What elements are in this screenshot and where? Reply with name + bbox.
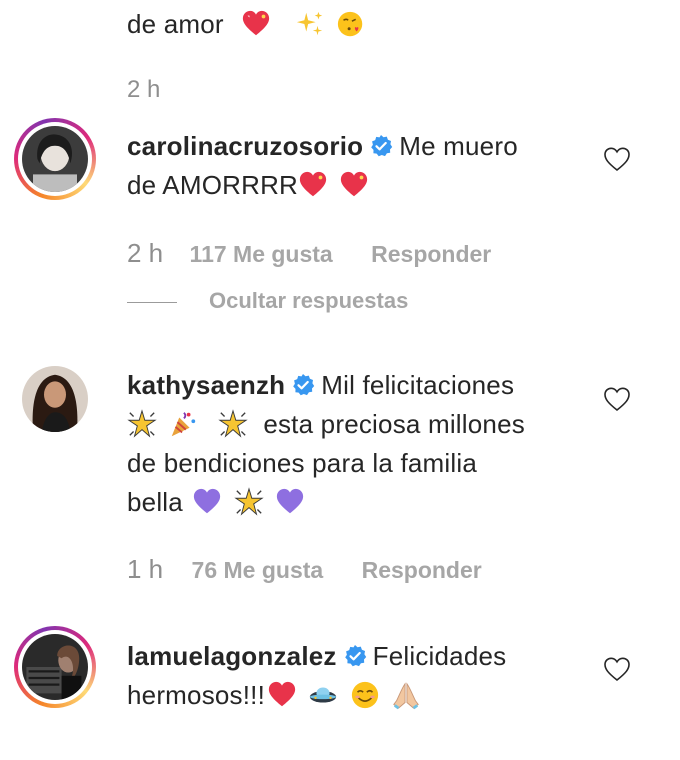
reply-button[interactable]: Responder: [371, 241, 491, 267]
hide-replies-button[interactable]: Ocultar respuestas: [127, 288, 408, 314]
smiling-face-icon: [350, 680, 380, 710]
sparkling-heart-icon: [298, 170, 328, 200]
comment-meta: 2 h 117 Me gusta Responder: [127, 238, 491, 269]
face-blowing-kiss-icon: [336, 9, 366, 39]
verified-badge-icon: [291, 369, 315, 396]
comment-body-line4: bella: [127, 487, 183, 517]
username[interactable]: carolinacruzosorio: [127, 131, 363, 161]
sparkling-heart-icon: [339, 170, 369, 200]
likes-count[interactable]: 117 Me gusta: [190, 241, 333, 267]
likes-count[interactable]: 76 Me gusta: [192, 557, 324, 583]
previous-comment-text: de amor: [127, 9, 224, 39]
verified-badge-icon: [369, 130, 393, 157]
comment-body-line2: de AMORRRR: [127, 170, 299, 200]
comment-body-line2: esta preciosa millones: [263, 409, 525, 439]
reply-button[interactable]: Responder: [362, 557, 482, 583]
red-heart-icon: [267, 680, 297, 710]
comment-body-line1: Mil felicitaciones: [321, 370, 515, 400]
comment-text: carolinacruzosorio Me muero de AMORRRR: [127, 127, 567, 205]
sparkles-icon: [295, 9, 325, 39]
folded-hands-icon: [391, 680, 421, 710]
divider-line: [127, 301, 177, 303]
glowing-star-icon: [127, 409, 157, 439]
previous-comment-tail: de amor: [127, 4, 368, 44]
comment-text: kathysaenzh Mil felicitaciones esta preci…: [127, 366, 567, 522]
glowing-star-icon: [234, 487, 264, 517]
glowing-star-icon: [218, 409, 248, 439]
like-heart-icon[interactable]: [603, 386, 631, 412]
comment-body-line1: Me muero: [399, 131, 518, 161]
comment-body-line3: de bendiciones para la familia: [127, 448, 477, 478]
comment-body-line1: Felicidades: [372, 641, 507, 671]
verified-badge-icon: [343, 640, 367, 667]
hide-replies-label: Ocultar respuestas: [209, 288, 409, 313]
username[interactable]: kathysaenzh: [127, 370, 285, 400]
comment-time: 1 h: [127, 554, 164, 584]
purple-heart-icon: [275, 487, 305, 517]
previous-comment-time: 2 h: [127, 76, 161, 103]
comment-time: 2 h: [127, 238, 164, 268]
party-popper-icon: [168, 409, 198, 439]
avatar[interactable]: [22, 366, 88, 432]
username[interactable]: lamuelagonzalez: [127, 641, 337, 671]
comment-body-line2: hermosos!!!: [127, 680, 266, 710]
purple-heart-icon: [192, 487, 222, 517]
comment-meta: 1 h 76 Me gusta Responder: [127, 554, 482, 585]
avatar[interactable]: [14, 118, 96, 200]
ufo-icon: [308, 680, 338, 710]
comment-text: lamuelagonzalez Felicidades hermosos!!!: [127, 637, 567, 715]
like-heart-icon[interactable]: [603, 146, 631, 172]
like-heart-icon[interactable]: [603, 656, 631, 682]
avatar[interactable]: [14, 626, 96, 708]
sparkling-heart-icon: [241, 9, 271, 39]
